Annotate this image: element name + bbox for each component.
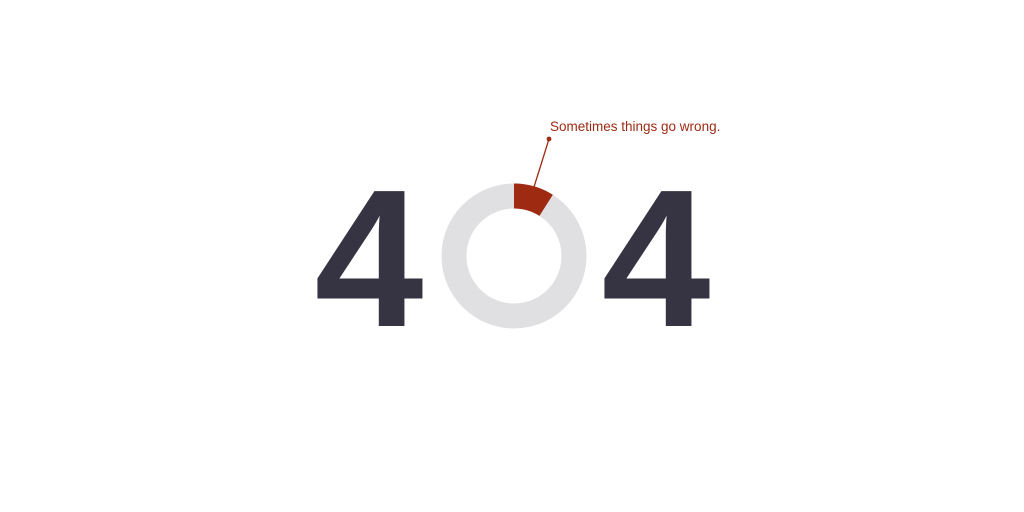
digit-right-four: 4: [601, 149, 710, 368]
zero-ring-accent-segment: [513, 183, 553, 217]
error-404-graphic: 4 Sometimes things go wrong. 4: [314, 119, 720, 368]
callout-anchor-dot: [546, 136, 552, 142]
digit-left-four: 4: [314, 149, 423, 368]
callout-leader-line: [533, 138, 550, 188]
error-message: Sometimes things go wrong.: [550, 119, 720, 134]
zero-ring-track: [441, 183, 587, 329]
error-page: 4 Sometimes things go wrong. 4: [0, 0, 1024, 512]
